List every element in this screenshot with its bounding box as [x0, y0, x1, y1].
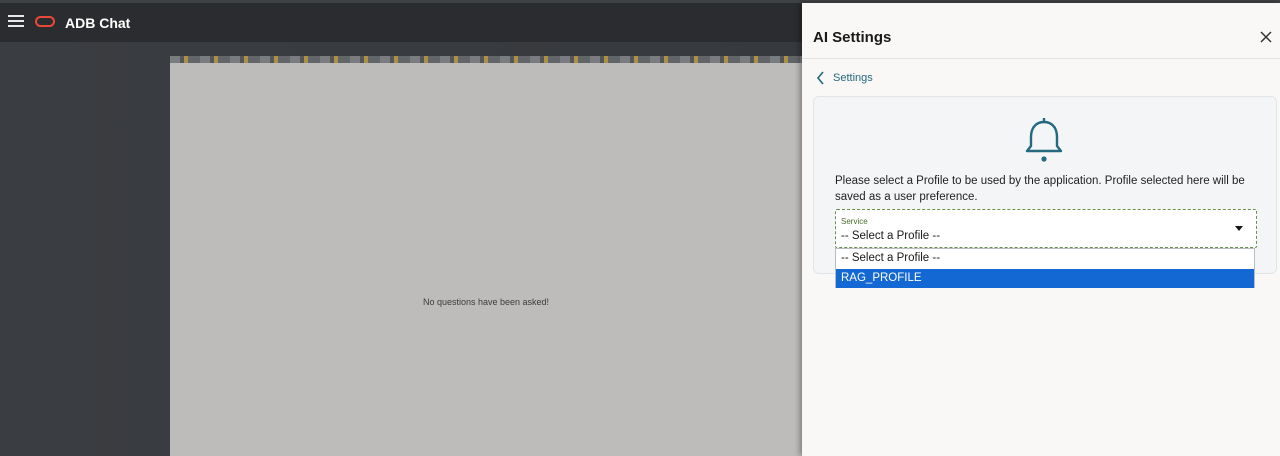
empty-state-message: No questions have been asked!	[422, 297, 550, 307]
back-to-settings-link[interactable]: Settings	[816, 70, 873, 86]
profile-dropdown-list: -- Select a Profile -- RAG_PROFILE	[835, 248, 1255, 288]
back-link-label: Settings	[833, 72, 873, 84]
option-rag-profile[interactable]: RAG_PROFILE	[836, 269, 1254, 288]
app-title: ADB Chat	[65, 15, 131, 31]
profile-instructions: Please select a Profile to be used by th…	[835, 175, 1245, 203]
select-label: Service	[841, 217, 868, 226]
close-icon[interactable]	[1258, 29, 1274, 45]
hamburger-menu-icon[interactable]	[8, 13, 24, 29]
chevron-left-icon	[816, 71, 824, 85]
drawer-title: AI Settings	[813, 29, 892, 46]
caret-down-icon	[1235, 226, 1243, 231]
chat-area: No questions have been asked!	[170, 63, 802, 456]
option-select-a-profile[interactable]: -- Select a Profile --	[836, 249, 1254, 268]
bell-icon	[1025, 118, 1063, 162]
oracle-logo-icon	[35, 16, 55, 27]
service-select[interactable]: Service -- Select a Profile --	[835, 209, 1257, 248]
decorative-banner	[170, 56, 802, 63]
ai-settings-drawer: AI Settings Settings Please select a Pro…	[802, 3, 1280, 456]
drawer-header: AI Settings	[802, 3, 1280, 59]
select-value: -- Select a Profile --	[841, 230, 941, 242]
